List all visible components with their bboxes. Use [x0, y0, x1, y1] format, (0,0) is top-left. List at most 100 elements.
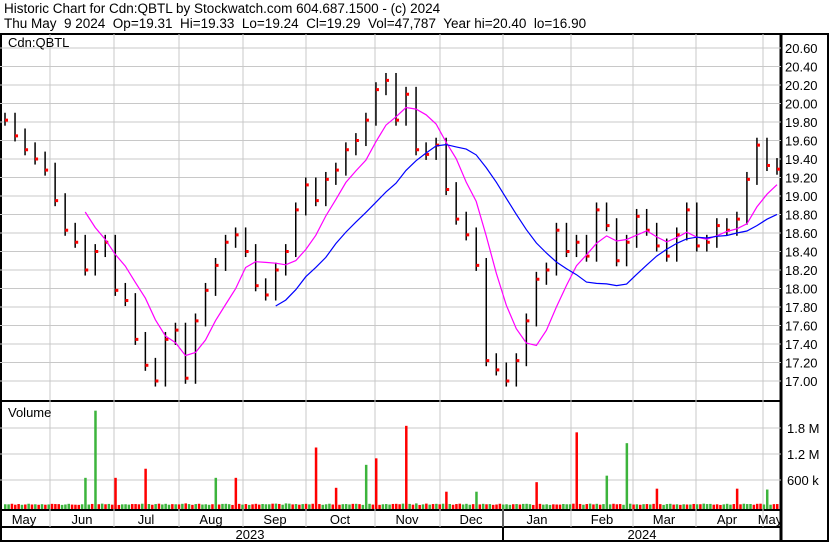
close-tick	[396, 118, 400, 122]
volume-bar	[94, 410, 97, 509]
volume-bar	[348, 504, 351, 509]
volume-bar	[535, 482, 538, 509]
volume-tick-label: 1.8 M	[787, 421, 820, 436]
close-tick	[576, 240, 580, 244]
volume-bar	[542, 504, 545, 509]
volume-bar	[110, 504, 114, 509]
volume-bar	[261, 504, 264, 509]
volume-bar	[481, 503, 485, 509]
volume-bar	[187, 504, 191, 509]
volume-bar	[776, 504, 779, 509]
volume-bar	[157, 503, 161, 509]
volume-bar	[201, 504, 204, 509]
volume-bar	[151, 504, 154, 509]
volume-bar	[548, 504, 552, 509]
close-tick	[716, 224, 720, 228]
volume-bar	[538, 503, 542, 509]
volume-bar	[167, 504, 171, 509]
close-tick	[145, 363, 149, 367]
volume-bar	[24, 504, 27, 509]
volume-bar	[622, 504, 625, 509]
volume-bar	[30, 504, 34, 509]
volume-bar	[729, 504, 732, 509]
volume-bar	[578, 503, 582, 509]
close-tick	[45, 168, 49, 172]
volume-bar	[418, 504, 421, 509]
volume-bar	[471, 504, 475, 509]
volume-label: Volume	[8, 405, 51, 420]
close-tick	[536, 277, 540, 281]
close-tick	[736, 217, 740, 221]
close-tick	[526, 319, 530, 323]
volume-tick-label: 600 k	[787, 473, 819, 488]
volume-bar	[368, 503, 371, 509]
volume-bar	[585, 504, 589, 509]
volume-bar	[181, 503, 184, 509]
volume-bar	[649, 504, 652, 509]
volume-bar	[491, 504, 495, 509]
volume-bar	[314, 447, 318, 509]
volume-bar	[147, 504, 151, 509]
volume-bar	[478, 504, 482, 509]
volume-bar	[628, 503, 632, 509]
volume-bar	[722, 504, 726, 509]
volume-bar	[608, 504, 612, 509]
volume-bar	[615, 504, 619, 509]
volume-bar	[522, 503, 525, 509]
close-tick	[385, 78, 389, 82]
volume-bar	[759, 503, 762, 509]
volume-bar	[518, 504, 522, 509]
volume-bar	[398, 504, 401, 509]
volume-bar	[241, 504, 244, 509]
close-tick	[265, 293, 269, 297]
close-tick	[335, 168, 339, 172]
close-tick	[556, 228, 560, 232]
volume-bar	[562, 504, 565, 509]
month-label: Jul	[138, 512, 155, 527]
volume-bar	[174, 504, 177, 509]
volume-bar	[438, 504, 441, 509]
volume-bar	[17, 504, 20, 509]
volume-bar	[334, 487, 338, 509]
volume-bar	[34, 504, 37, 509]
volume-bar	[575, 432, 578, 509]
volume-bar	[441, 503, 445, 509]
close-tick	[696, 244, 700, 248]
close-tick	[235, 233, 239, 237]
volume-bar	[331, 504, 335, 509]
close-tick	[245, 250, 249, 253]
moving-average-long-line	[275, 143, 778, 307]
volume-bar	[752, 504, 756, 509]
price-tick-label: 17.20	[785, 356, 818, 371]
volume-bar	[495, 504, 498, 509]
volume-bar	[749, 504, 752, 509]
price-tick-label: 17.40	[785, 337, 818, 352]
close-tick	[5, 118, 8, 122]
close-tick	[55, 199, 59, 203]
volume-bar	[572, 503, 575, 509]
close-tick	[446, 188, 450, 192]
volume-bar	[685, 504, 689, 509]
close-tick	[375, 88, 379, 92]
volume-bar	[384, 504, 388, 509]
volume-bar	[588, 503, 592, 509]
volume-bar	[431, 504, 435, 509]
volume-bar	[679, 504, 682, 509]
volume-bar	[408, 503, 411, 509]
price-tick-label: 18.00	[785, 282, 818, 297]
volume-bar	[468, 504, 472, 509]
volume-bar	[461, 504, 465, 509]
volume-bar	[682, 504, 685, 509]
volume-bar	[358, 504, 361, 509]
close-tick	[195, 319, 199, 323]
volume-bar	[675, 504, 679, 509]
close-tick	[35, 157, 39, 161]
close-tick	[606, 224, 610, 228]
price-tick-label: 19.20	[785, 171, 818, 186]
close-tick	[115, 288, 119, 292]
volume-bar	[435, 503, 438, 509]
volume-bar	[485, 504, 488, 509]
volume-bar	[381, 504, 385, 509]
volume-bar	[127, 504, 131, 509]
volume-bar	[642, 504, 645, 509]
